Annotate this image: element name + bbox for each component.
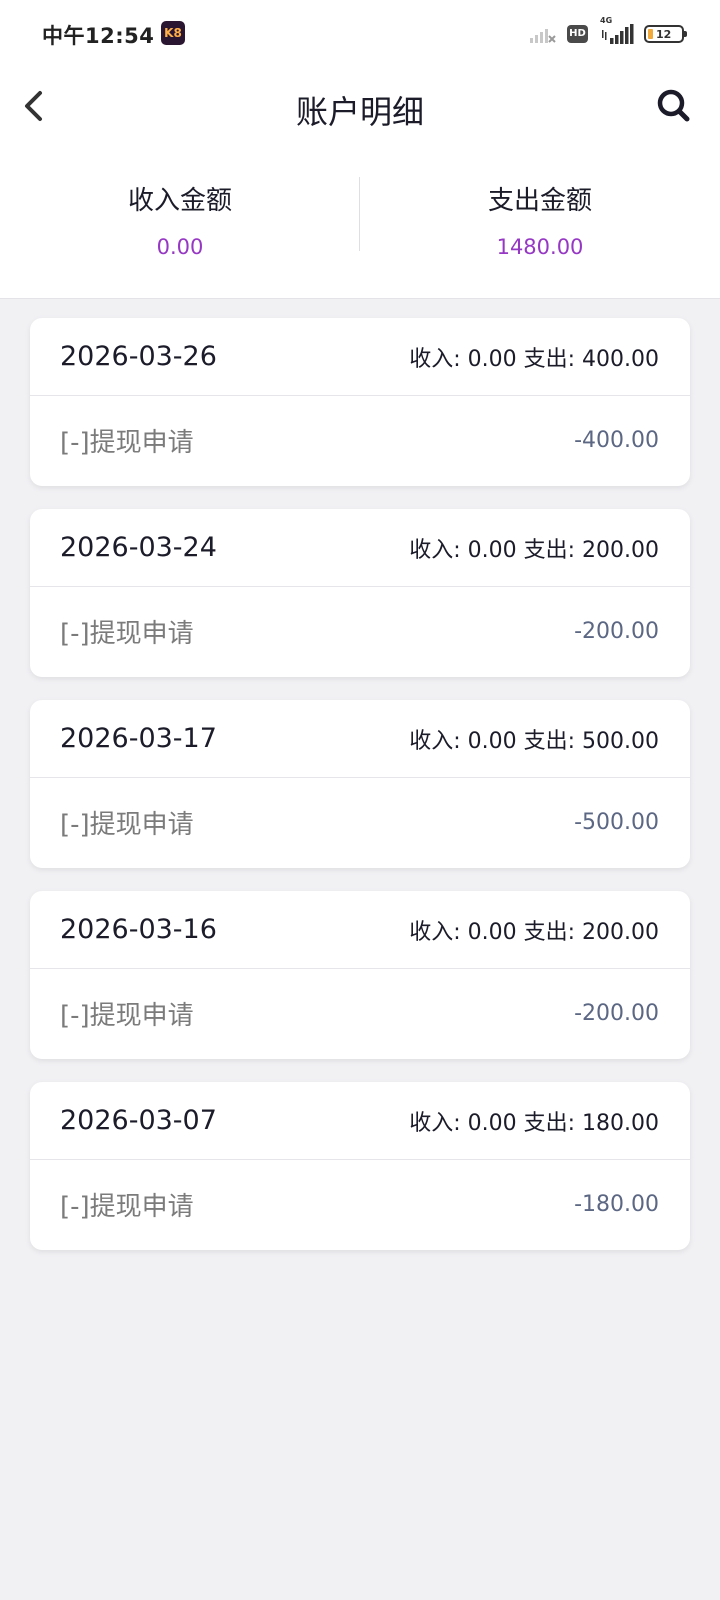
- record-amount: -200.00: [574, 1001, 659, 1026]
- record-header: 2026-03-24 收入: 0.00 支出: 200.00: [30, 509, 690, 587]
- record-item[interactable]: [-]提现申请 -200.00: [30, 969, 690, 1058]
- signal-off-icon: [530, 29, 556, 43]
- hd-icon: HD: [567, 25, 588, 43]
- record-item[interactable]: [-]提现申请 -400.00: [30, 396, 690, 485]
- record-amount: -500.00: [574, 810, 659, 835]
- record-totals: 收入: 0.00 支出: 200.00: [409, 919, 659, 945]
- battery-percent: 12: [656, 27, 672, 41]
- record-totals: 收入: 0.00 支出: 200.00: [409, 537, 659, 563]
- status-bar: 中午12:54 K8 HD 4G 12: [0, 0, 720, 70]
- expense-summary: 支出金额 1480.00: [360, 145, 720, 298]
- income-label: 收入金额: [127, 186, 232, 216]
- record-description: [-]提现申请: [60, 619, 194, 649]
- record-header: 2026-03-16 收入: 0.00 支出: 200.00: [30, 891, 690, 969]
- record-list: 2026-03-26 收入: 0.00 支出: 400.00 [-]提现申请 -…: [0, 299, 720, 1250]
- battery-icon: 12: [644, 25, 687, 43]
- record-card[interactable]: 2026-03-07 收入: 0.00 支出: 180.00 [-]提现申请 -…: [30, 1082, 690, 1250]
- record-header: 2026-03-17 收入: 0.00 支出: 500.00: [30, 700, 690, 778]
- expense-label: 支出金额: [487, 186, 592, 216]
- record-item[interactable]: [-]提现申请 -200.00: [30, 587, 690, 676]
- record-amount: -200.00: [574, 619, 659, 644]
- battery-level: [648, 29, 653, 39]
- balance-summary: 收入金额 0.00 支出金额 1480.00: [0, 145, 720, 299]
- record-amount: -400.00: [574, 428, 659, 453]
- record-card[interactable]: 2026-03-17 收入: 0.00 支出: 500.00 [-]提现申请 -…: [30, 700, 690, 868]
- record-totals: 收入: 0.00 支出: 500.00: [409, 728, 659, 754]
- status-time: 中午12:54: [42, 24, 155, 48]
- record-date: 2026-03-17: [60, 723, 217, 754]
- record-card[interactable]: 2026-03-26 收入: 0.00 支出: 400.00 [-]提现申请 -…: [30, 318, 690, 486]
- income-value: 0.00: [156, 235, 204, 259]
- status-icons: HD 4G 12: [529, 16, 687, 46]
- income-summary: 收入金额 0.00: [0, 145, 360, 298]
- record-date: 2026-03-16: [60, 914, 217, 945]
- record-date: 2026-03-07: [60, 1105, 217, 1136]
- record-totals: 收入: 0.00 支出: 180.00: [409, 1110, 659, 1136]
- search-button[interactable]: [652, 84, 696, 128]
- record-amount: -180.00: [574, 1192, 659, 1217]
- search-icon: [657, 89, 690, 122]
- record-description: [-]提现申请: [60, 810, 194, 840]
- record-totals: 收入: 0.00 支出: 400.00: [409, 346, 659, 372]
- record-card[interactable]: 2026-03-16 收入: 0.00 支出: 200.00 [-]提现申请 -…: [30, 891, 690, 1059]
- record-description: [-]提现申请: [60, 428, 194, 458]
- app-notification-icon: K8: [161, 21, 185, 45]
- record-item[interactable]: [-]提现申请 -500.00: [30, 778, 690, 867]
- record-header: 2026-03-26 收入: 0.00 支出: 400.00: [30, 318, 690, 396]
- record-description: [-]提现申请: [60, 1001, 194, 1031]
- header-area: 中午12:54 K8 HD 4G 12 账户明细 收入金额 0.00 支出金额 …: [0, 0, 720, 299]
- record-card[interactable]: 2026-03-24 收入: 0.00 支出: 200.00 [-]提现申请 -…: [30, 509, 690, 677]
- page-title: 账户明细: [295, 93, 424, 131]
- record-item[interactable]: [-]提现申请 -180.00: [30, 1160, 690, 1249]
- record-header: 2026-03-07 收入: 0.00 支出: 180.00: [30, 1082, 690, 1160]
- cellular-signal-icon: 4G: [598, 16, 634, 46]
- expense-value: 1480.00: [496, 235, 584, 259]
- record-date: 2026-03-24: [60, 532, 217, 563]
- nav-bar: 账户明细: [0, 70, 720, 145]
- summary-divider: [359, 177, 360, 251]
- record-description: [-]提现申请: [60, 1192, 194, 1222]
- record-date: 2026-03-26: [60, 341, 217, 372]
